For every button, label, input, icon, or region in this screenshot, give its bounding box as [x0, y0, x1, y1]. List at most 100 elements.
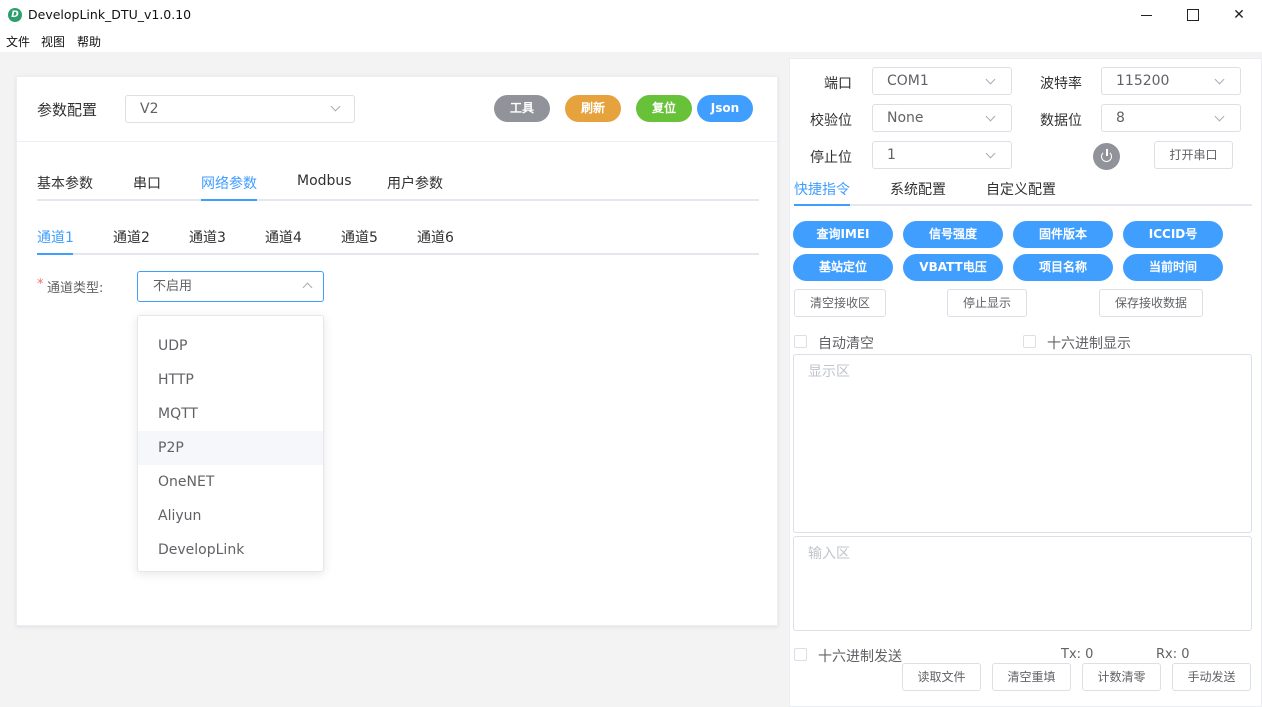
app-logo-icon: D	[8, 8, 22, 22]
display-placeholder: 显示区	[808, 364, 850, 380]
data-bits-value: 8	[1116, 110, 1125, 126]
tab-channel-5[interactable]: 通道5	[341, 227, 378, 247]
vbatt-voltage-button[interactable]: VBATT电压	[903, 254, 1003, 281]
serial-terminal-panel: 端口 COM1 波特率 115200 校验位 None 数据位 8 停止位 1 …	[789, 58, 1262, 707]
version-select[interactable]: V2	[125, 95, 355, 123]
parity-value: None	[887, 110, 924, 126]
manual-send-button[interactable]: 手动发送	[1172, 663, 1251, 691]
version-value: V2	[140, 101, 159, 117]
chevron-down-icon	[985, 148, 996, 159]
tab-channel-4[interactable]: 通道4	[265, 227, 302, 247]
tab-channel-2[interactable]: 通道2	[113, 227, 150, 247]
tab-modbus[interactable]: Modbus	[297, 173, 352, 189]
minimize-button[interactable]	[1124, 0, 1170, 30]
iccid-button[interactable]: ICCID号	[1123, 221, 1223, 248]
tab-channel-3[interactable]: 通道3	[189, 227, 226, 247]
query-imei-button[interactable]: 查询IMEI	[793, 221, 893, 248]
display-area[interactable]: 显示区	[793, 354, 1252, 533]
cell-location-button[interactable]: 基站定位	[793, 254, 893, 281]
baud-rate-select[interactable]: 115200	[1101, 67, 1241, 95]
close-button[interactable]: ✕	[1216, 0, 1262, 30]
stop-bits-label: 停止位	[810, 150, 852, 166]
rx-counter: Rx: 0	[1156, 647, 1190, 662]
project-name-button[interactable]: 项目名称	[1013, 254, 1113, 281]
power-icon[interactable]	[1093, 143, 1120, 170]
clear-receive-button[interactable]: 清空接收区	[794, 289, 886, 317]
chevron-down-icon	[985, 74, 996, 85]
config-label: 参数配置	[37, 101, 98, 119]
firmware-version-button[interactable]: 固件版本	[1013, 221, 1113, 248]
tab-custom-config[interactable]: 自定义配置	[986, 179, 1056, 199]
baud-rate-value: 115200	[1116, 73, 1170, 89]
dropdown-option-p2p[interactable]: P2P	[138, 431, 323, 465]
channel-type-value: 不启用	[153, 279, 193, 294]
chevron-down-icon	[1214, 111, 1225, 122]
data-bits-label: 数据位	[1040, 113, 1082, 129]
dropdown-option-http[interactable]: HTTP	[138, 363, 323, 397]
auto-clear-checkbox[interactable]	[794, 335, 807, 348]
tab-channel-6[interactable]: 通道6	[417, 227, 454, 247]
dropdown-option-aliyun[interactable]: Aliyun	[138, 499, 323, 533]
save-receive-button[interactable]: 保存接收数据	[1099, 289, 1203, 317]
stop-display-button[interactable]: 停止显示	[947, 289, 1027, 317]
input-placeholder: 输入区	[808, 546, 850, 562]
stop-bits-select[interactable]: 1	[872, 141, 1012, 169]
menu-help[interactable]: 帮助	[77, 33, 101, 50]
tab-quick-commands[interactable]: 快捷指令	[794, 179, 850, 199]
channel-type-dropdown: TCP UDP HTTP MQTT P2P OneNET Aliyun Deve…	[137, 315, 324, 572]
parity-select[interactable]: None	[872, 104, 1012, 132]
tabs-baseline	[37, 199, 759, 201]
dropdown-option-developlink[interactable]: DevelopLink	[138, 533, 323, 567]
hex-display-checkbox[interactable]	[1023, 335, 1036, 348]
chevron-down-icon	[1214, 74, 1225, 85]
tab-network-params[interactable]: 网络参数	[201, 173, 257, 193]
count-reset-button[interactable]: 计数清零	[1082, 663, 1161, 691]
parity-label: 校验位	[810, 113, 852, 129]
parameter-config-panel: 参数配置 V2 工具 刷新 复位 Json 基本参数 串口 网络参数 Modbu…	[16, 76, 778, 626]
channel-tabs-baseline	[37, 253, 759, 255]
tab-system-config[interactable]: 系统配置	[890, 179, 946, 199]
chevron-down-icon	[330, 101, 341, 112]
dropdown-option-tcp[interactable]: TCP	[138, 316, 323, 329]
hex-send-checkbox[interactable]	[794, 648, 807, 661]
chevron-up-icon	[302, 282, 313, 293]
auto-clear-label: 自动清空	[818, 336, 874, 352]
current-time-button[interactable]: 当前时间	[1123, 254, 1223, 281]
menu-file[interactable]: 文件	[6, 33, 30, 50]
tab-serial[interactable]: 串口	[133, 173, 161, 193]
port-value: COM1	[887, 73, 929, 89]
refresh-button[interactable]: 刷新	[565, 95, 621, 122]
active-tab-indicator	[201, 199, 257, 201]
window-title: DevelopLink_DTU_v1.0.10	[28, 7, 192, 22]
input-area[interactable]: 输入区	[793, 536, 1252, 631]
tab-user-params[interactable]: 用户参数	[387, 173, 443, 193]
open-port-button[interactable]: 打开串口	[1154, 141, 1233, 169]
baud-rate-label: 波特率	[1040, 76, 1082, 92]
signal-strength-button[interactable]: 信号强度	[903, 221, 1003, 248]
stop-bits-value: 1	[887, 147, 896, 163]
header-divider	[17, 141, 777, 142]
menu-bar: 文件 视图 帮助	[0, 30, 1262, 52]
maximize-button[interactable]	[1170, 0, 1216, 30]
tab-basic-params[interactable]: 基本参数	[37, 173, 93, 193]
channel-type-select[interactable]: 不启用	[137, 271, 324, 302]
active-channel-indicator	[37, 253, 73, 255]
clear-refill-button[interactable]: 清空重填	[992, 663, 1071, 691]
menu-view[interactable]: 视图	[41, 33, 65, 50]
tab-channel-1[interactable]: 通道1	[37, 227, 74, 247]
dropdown-option-udp[interactable]: UDP	[138, 329, 323, 363]
channel-type-label: 通道类型:	[47, 281, 104, 296]
dropdown-option-mqtt[interactable]: MQTT	[138, 397, 323, 431]
reset-button[interactable]: 复位	[636, 95, 692, 122]
title-bar: D DevelopLink_DTU_v1.0.10 ✕	[0, 0, 1262, 30]
dropdown-option-onenet[interactable]: OneNET	[138, 465, 323, 499]
read-file-button[interactable]: 读取文件	[902, 663, 981, 691]
json-button[interactable]: Json	[697, 95, 753, 122]
hex-send-label: 十六进制发送	[818, 649, 902, 665]
port-select[interactable]: COM1	[872, 67, 1012, 95]
right-active-tab-indicator	[794, 204, 850, 206]
required-mark: *	[37, 277, 44, 292]
data-bits-select[interactable]: 8	[1101, 104, 1241, 132]
tools-button[interactable]: 工具	[494, 95, 550, 122]
right-tabs-baseline	[794, 204, 1252, 206]
